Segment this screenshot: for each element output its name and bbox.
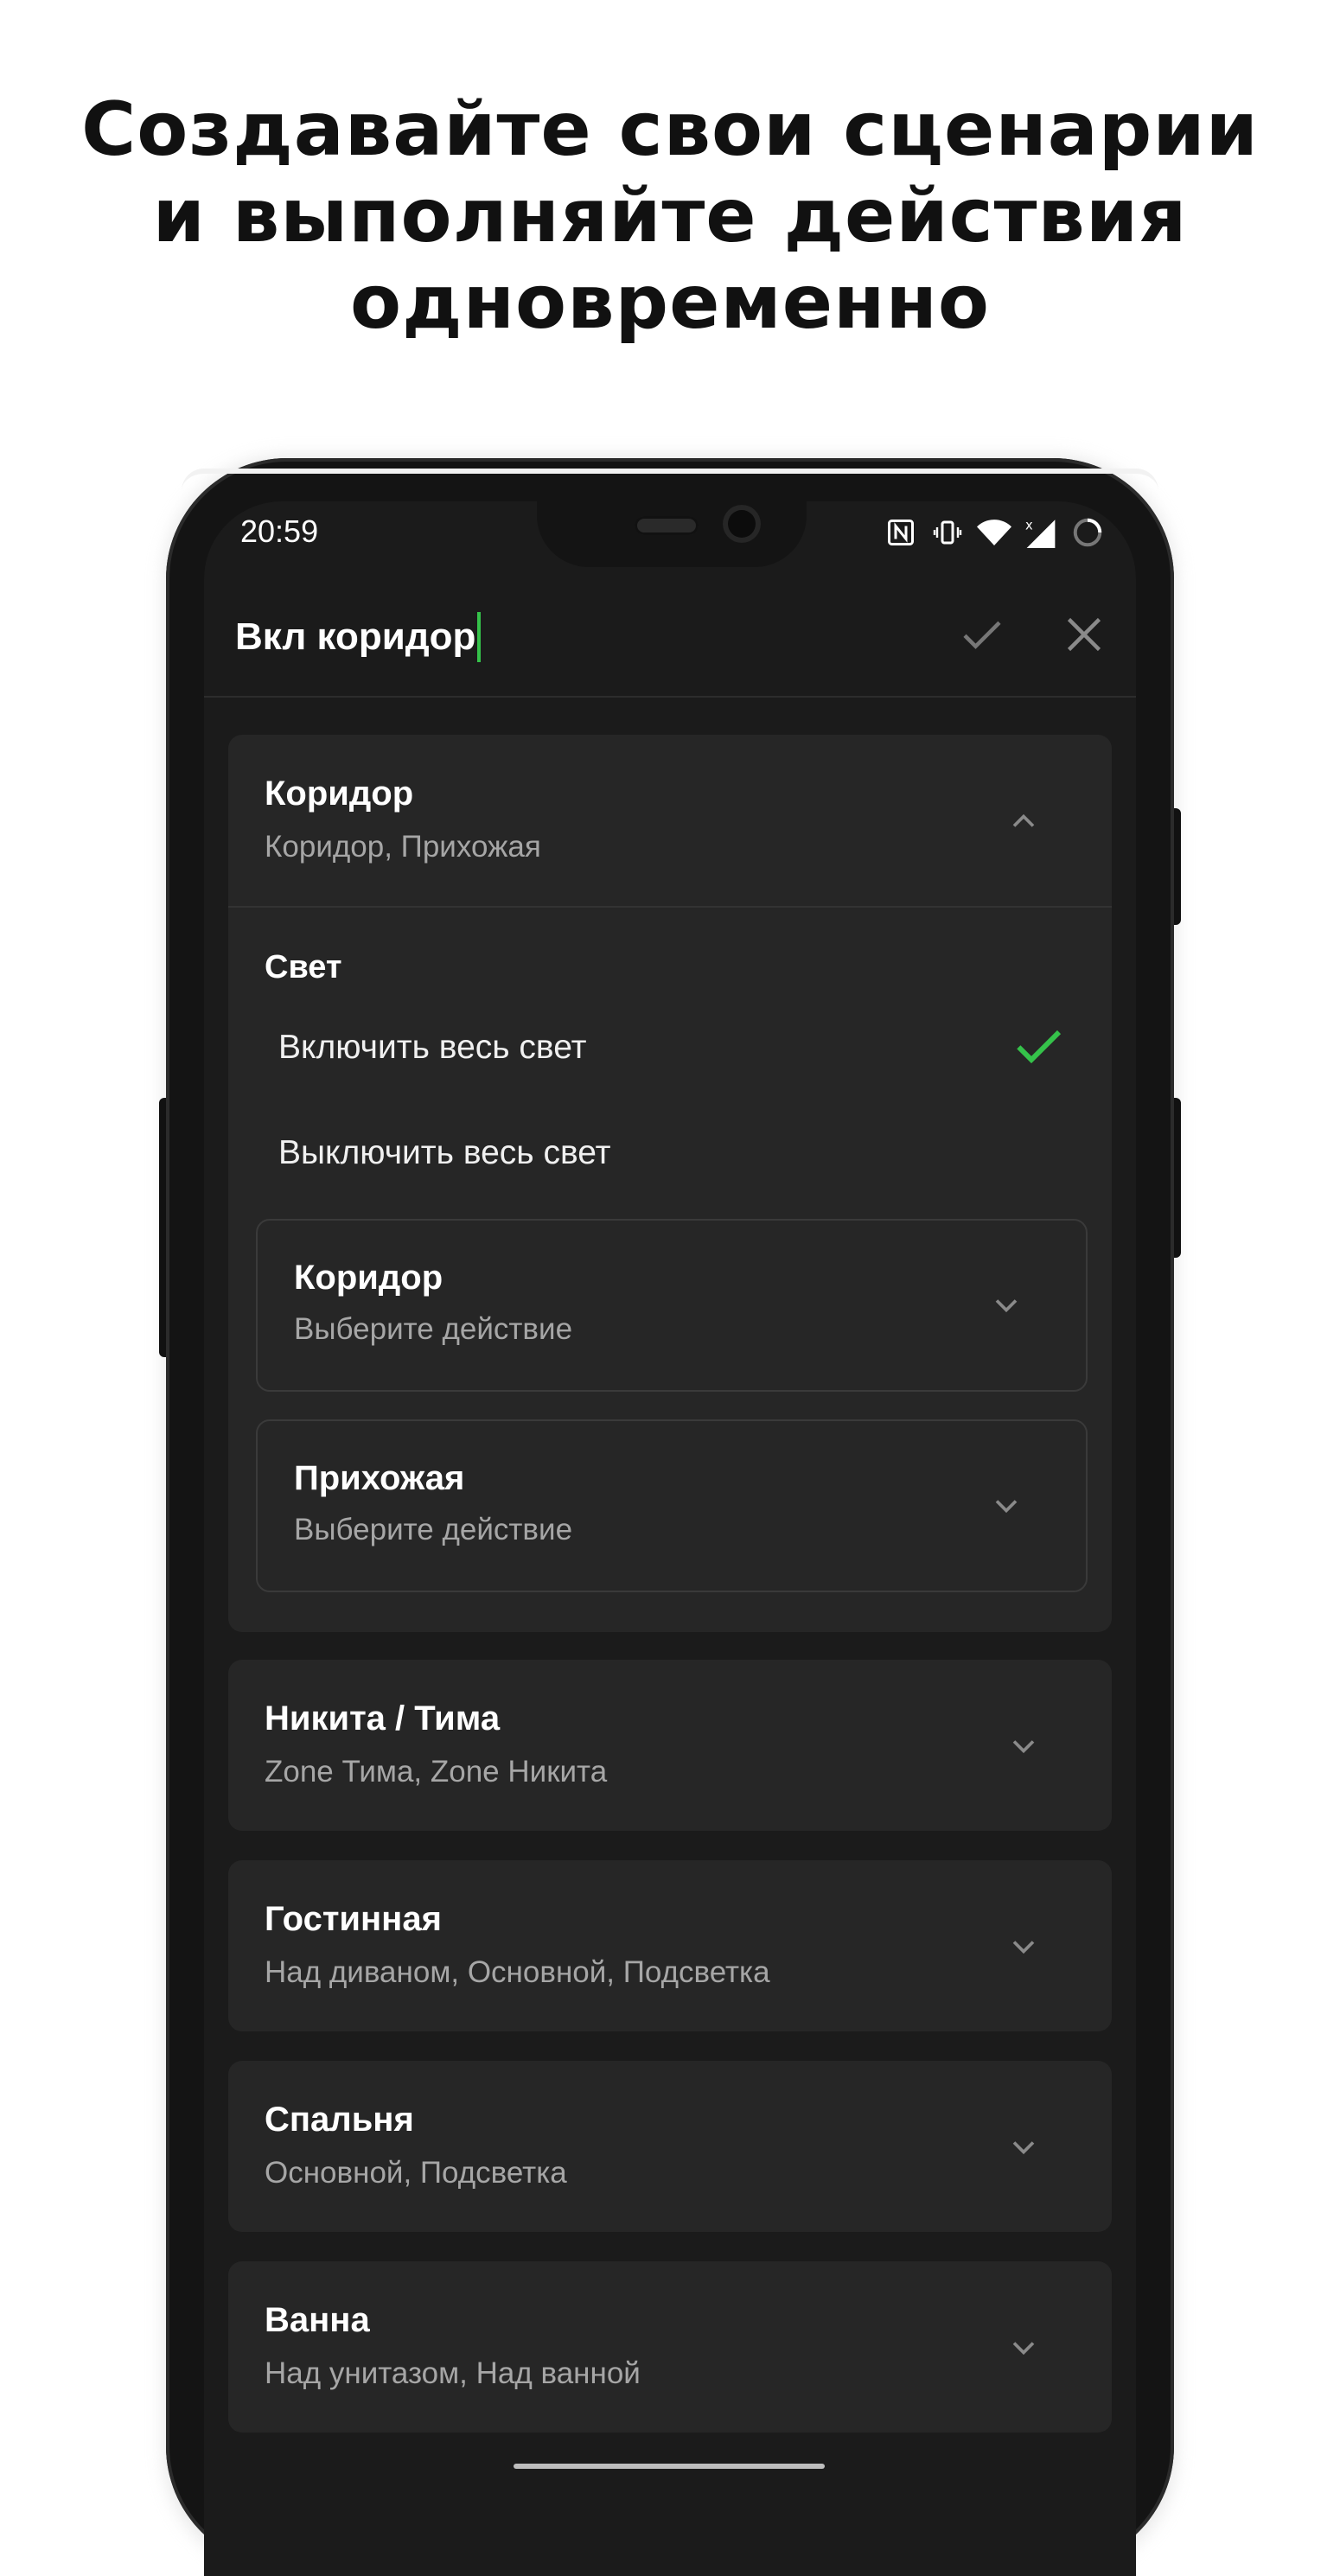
room-card[interactable]: Гостинная Над диваном, Основной, Подсвет…	[228, 1860, 1112, 2031]
room-card[interactable]: Спальня Основной, Подсветка	[228, 2061, 1112, 2232]
room-title: Ванна	[265, 2301, 370, 2339]
chevron-down-icon[interactable]	[1005, 1928, 1043, 1966]
phone-rim	[182, 469, 1158, 491]
option-turn-off-all[interactable]: Выключить весь свет	[278, 1134, 610, 1172]
speaker-grille	[635, 516, 699, 535]
room-card[interactable]: Ванна Над унитазом, Над ванной	[228, 2261, 1112, 2433]
room-title: Коридор	[265, 775, 414, 813]
chevron-down-icon[interactable]	[987, 1487, 1025, 1525]
status-icons: x	[884, 512, 1105, 553]
device-title: Коридор	[294, 1259, 443, 1297]
room-card-header[interactable]: Коридор Коридор, Прихожая	[228, 735, 1112, 906]
room-title: Никита / Тима	[265, 1699, 501, 1738]
room-subtitle: Zone Тима, Zone Никита	[265, 1755, 608, 1789]
device-subtitle: Выберите действие	[294, 1513, 573, 1546]
wifi-icon	[977, 515, 1011, 550]
chevron-down-icon[interactable]	[987, 1286, 1025, 1324]
promo-line-1: Создавайте свои сценарии	[81, 86, 1259, 173]
phone-screen: 20:59 x Вкл коридор Коридор Коридор, При…	[204, 501, 1136, 2576]
room-title: Спальня	[265, 2101, 414, 2139]
chevron-down-icon[interactable]	[1005, 1727, 1043, 1765]
room-card-body: Свет Включить весь свет Выключить весь с…	[228, 908, 1112, 1632]
svg-text:x: x	[1025, 519, 1033, 533]
app-bar: Вкл коридор	[204, 579, 1136, 698]
check-icon	[1011, 1018, 1066, 1074]
chevron-down-icon[interactable]	[1005, 2128, 1043, 2166]
promo-line-3: одновременно	[350, 259, 990, 346]
room-subtitle: Основной, Подсветка	[265, 2156, 567, 2190]
status-time: 20:59	[240, 513, 319, 549]
room-card-expanded: Коридор Коридор, Прихожая Свет Включить …	[228, 735, 1112, 1632]
battery-icon	[1070, 515, 1105, 550]
chevron-up-icon[interactable]	[1005, 802, 1043, 840]
room-title: Гостинная	[265, 1900, 442, 1938]
scenario-name-text: Вкл коридор	[235, 615, 476, 658]
room-subtitle: Коридор, Прихожая	[265, 830, 541, 864]
option-turn-on-all[interactable]: Включить весь свет	[278, 1029, 586, 1067]
room-subtitle: Над диваном, Основной, Подсветка	[265, 1955, 770, 1989]
device-subtitle: Выберите действие	[294, 1312, 573, 1346]
device-card-prihozhaya[interactable]: Прихожая Выберите действие	[256, 1419, 1088, 1592]
text-cursor	[477, 612, 482, 662]
device-title: Прихожая	[294, 1459, 465, 1497]
device-card-koridor[interactable]: Коридор Выберите действие	[256, 1219, 1088, 1392]
promo-line-2: и выполняйте действия	[152, 173, 1188, 259]
front-camera	[723, 505, 761, 543]
vibrate-icon	[930, 515, 965, 550]
room-card[interactable]: Никита / Тима Zone Тима, Zone Никита	[228, 1660, 1112, 1831]
chevron-down-icon[interactable]	[1005, 2329, 1043, 2367]
promo-headline: Создавайте свои сценарии и выполняйте де…	[0, 86, 1340, 346]
home-indicator[interactable]	[514, 2464, 825, 2469]
nfc-icon	[884, 515, 918, 550]
close-icon[interactable]	[1058, 609, 1110, 660]
section-label-light: Свет	[265, 949, 342, 985]
room-subtitle: Над унитазом, Над ванной	[265, 2356, 641, 2390]
signal-icon: x	[1024, 515, 1058, 550]
check-icon[interactable]	[956, 609, 1008, 660]
scenario-name-input[interactable]: Вкл коридор	[235, 612, 482, 662]
